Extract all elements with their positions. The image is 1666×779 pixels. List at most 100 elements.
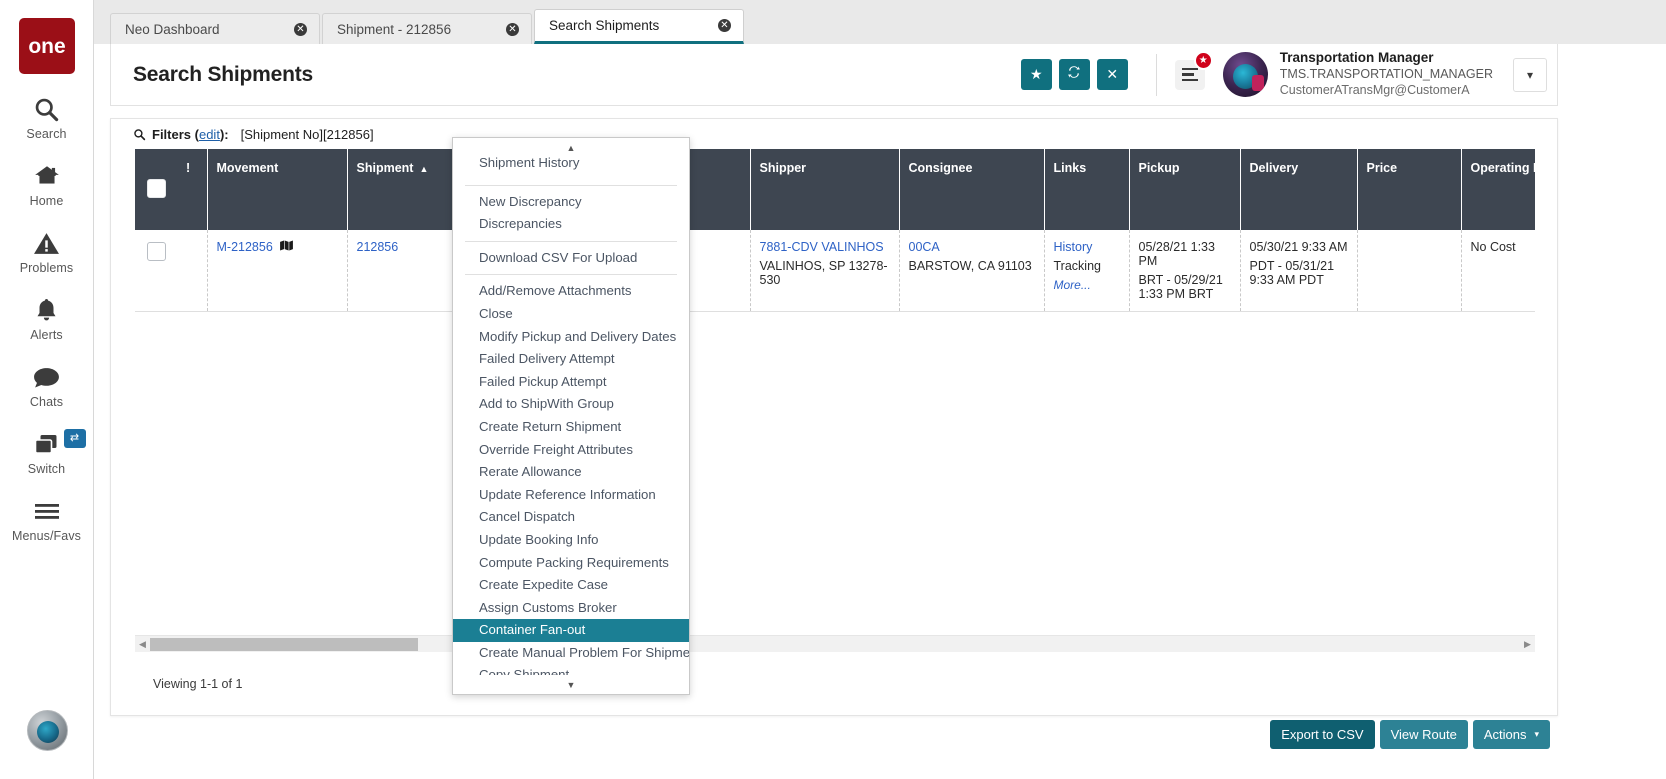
menu-scroll-down-arrow[interactable]: ▼: [453, 675, 689, 694]
tab-shipment-212856[interactable]: Shipment - 212856 ✕: [322, 13, 532, 44]
menu-item[interactable]: Download CSV For Upload: [453, 247, 689, 270]
export-to-csv-button[interactable]: Export to CSV: [1270, 720, 1374, 749]
filters-label-end: ):: [220, 127, 229, 142]
row-select-cell[interactable]: [135, 230, 177, 312]
scroll-left-arrow[interactable]: ◀: [135, 636, 150, 653]
column-price[interactable]: Price: [1357, 149, 1461, 230]
sidebar-item-chats[interactable]: Chats: [0, 360, 94, 409]
tab-neo-dashboard[interactable]: Neo Dashboard ✕: [110, 13, 320, 44]
menu-item[interactable]: New Discrepancy: [453, 191, 689, 214]
menu-item[interactable]: Failed Pickup Attempt: [453, 371, 689, 394]
table-row[interactable]: M-212856 212856 7881-CDV VALINHOS: [135, 230, 1535, 312]
select-all-checkbox[interactable]: [147, 179, 166, 198]
user-info: Transportation Manager TMS.TRANSPORTATIO…: [1280, 50, 1499, 98]
sidebar-item-search[interactable]: Search: [0, 92, 94, 141]
menu-item[interactable]: Rerate Allowance: [453, 461, 689, 484]
tab-search-shipments[interactable]: Search Shipments ✕: [534, 9, 744, 44]
sidebar-item-problems[interactable]: Problems: [0, 226, 94, 275]
notifications-menu-button[interactable]: ★: [1175, 60, 1205, 90]
row-checkbox[interactable]: [147, 242, 166, 261]
action-bar: Export to CSV View Route Actions ▾: [110, 716, 1558, 762]
sidebar-item-switch[interactable]: ⇄ Switch: [0, 427, 94, 476]
actions-context-menu[interactable]: ▲ Shipment History New DiscrepancyDiscrep…: [452, 137, 690, 695]
close-icon: ✕: [1106, 66, 1118, 83]
column-pickup[interactable]: Pickup: [1129, 149, 1240, 230]
close-icon[interactable]: ✕: [294, 23, 307, 36]
column-alert[interactable]: !: [177, 149, 207, 230]
actions-button[interactable]: Actions ▾: [1473, 720, 1550, 749]
favorite-button[interactable]: ★: [1021, 59, 1052, 90]
menu-item[interactable]: Create Return Shipment: [453, 416, 689, 439]
shipment-link[interactable]: 212856: [357, 240, 399, 254]
results-card: Filters (edit): [Shipment No][212856] !: [110, 118, 1558, 716]
sidebar-item-menus-favs[interactable]: Menus/Favs: [0, 494, 94, 543]
filters-value: [Shipment No][212856]: [241, 127, 374, 142]
one-logo[interactable]: one: [19, 18, 75, 74]
shipper-link[interactable]: 7881-CDV VALINHOS: [760, 240, 884, 254]
close-button[interactable]: ✕: [1097, 59, 1128, 90]
sort-asc-icon: ▲: [419, 164, 428, 174]
menu-item[interactable]: Add/Remove Attachments: [453, 280, 689, 303]
menu-item[interactable]: Compute Packing Requirements: [453, 552, 689, 575]
horizontal-scrollbar[interactable]: ◀ ▶: [135, 635, 1535, 652]
scrollbar-thumb[interactable]: [150, 638, 418, 651]
sidebar-item-alerts[interactable]: Alerts: [0, 293, 94, 342]
menu-item[interactable]: Create Expedite Case: [453, 574, 689, 597]
scroll-right-arrow[interactable]: ▶: [1520, 636, 1535, 653]
sidebar-item-label: Menus/Favs: [12, 529, 81, 543]
cell-delivery: 05/30/21 9:33 AM PDT - 05/31/21 9:33 AM …: [1240, 230, 1357, 312]
menu-scroll-up-arrow[interactable]: ▲: [453, 138, 689, 157]
select-all-header[interactable]: [135, 149, 177, 230]
menu-item[interactable]: Assign Customs Broker: [453, 597, 689, 620]
view-route-button[interactable]: View Route: [1380, 720, 1468, 749]
sidebar-item-label: Chats: [30, 395, 63, 409]
movement-link[interactable]: M-212856: [217, 240, 273, 254]
column-shipper[interactable]: Shipper: [750, 149, 899, 230]
menu-item[interactable]: Override Freight Attributes: [453, 439, 689, 462]
refresh-button[interactable]: [1059, 59, 1090, 90]
rail-user-avatar[interactable]: [27, 710, 68, 751]
menu-item-list: Shipment History New DiscrepancyDiscrepan…: [453, 157, 689, 675]
menu-item[interactable]: Update Booking Info: [453, 529, 689, 552]
menu-item[interactable]: Modify Pickup and Delivery Dates: [453, 326, 689, 349]
close-icon[interactable]: ✕: [718, 19, 731, 32]
menu-item[interactable]: Cancel Dispatch: [453, 506, 689, 529]
user-name: Transportation Manager: [1280, 50, 1493, 67]
consignee-link[interactable]: 00CA: [909, 240, 940, 254]
scrollbar-track[interactable]: [150, 636, 1520, 653]
user-menu-button[interactable]: ▾: [1513, 58, 1547, 92]
avatar[interactable]: [1223, 52, 1268, 97]
tab-label: Shipment - 212856: [337, 22, 451, 37]
menu-item[interactable]: Copy Shipment: [453, 664, 689, 675]
cell-alert: [177, 230, 207, 312]
menu-item[interactable]: Add to ShipWith Group: [453, 393, 689, 416]
menu-item[interactable]: Discrepancies: [453, 213, 689, 236]
column-delivery[interactable]: Delivery: [1240, 149, 1357, 230]
column-movement[interactable]: Movement: [207, 149, 347, 230]
menu-item[interactable]: Failed Delivery Attempt: [453, 348, 689, 371]
menu-item[interactable]: Update Reference Information: [453, 484, 689, 507]
column-operating-price[interactable]: Operating Pric: [1461, 149, 1535, 230]
sidebar-item-home[interactable]: Home: [0, 159, 94, 208]
column-links[interactable]: Links: [1044, 149, 1129, 230]
map-icon[interactable]: [280, 240, 293, 254]
filters-edit-link[interactable]: edit: [199, 127, 220, 142]
table-header-row: ! Movement Shipment▲ Shipper Consignee L…: [135, 149, 1535, 230]
menu-item[interactable]: Create Manual Problem For Shipments: [453, 642, 689, 665]
action-buttons: Export to CSV View Route Actions ▾: [1265, 720, 1550, 749]
column-consignee[interactable]: Consignee: [899, 149, 1044, 230]
svg-text:one: one: [28, 35, 65, 57]
menu-item[interactable]: Close: [453, 303, 689, 326]
shipper-address: VALINHOS, SP 13278-530: [760, 259, 891, 287]
cell-operating-price: No Cost: [1461, 230, 1535, 312]
user-email: CustomerATransMgr@CustomerA: [1280, 83, 1493, 99]
history-link[interactable]: History: [1054, 240, 1093, 254]
menu-item[interactable]: Container Fan-out: [453, 619, 689, 642]
switch-toggle-badge[interactable]: ⇄: [64, 429, 86, 448]
more-link[interactable]: More...: [1054, 278, 1121, 292]
close-icon[interactable]: ✕: [506, 23, 519, 36]
tracking-link[interactable]: Tracking: [1054, 259, 1121, 273]
page-title: Search Shipments: [133, 63, 313, 87]
menu-item[interactable]: Shipment History: [453, 157, 689, 175]
header-actions: ★ ✕ ★ Transportation Manager TMS.TRANSPO…: [1014, 44, 1557, 105]
